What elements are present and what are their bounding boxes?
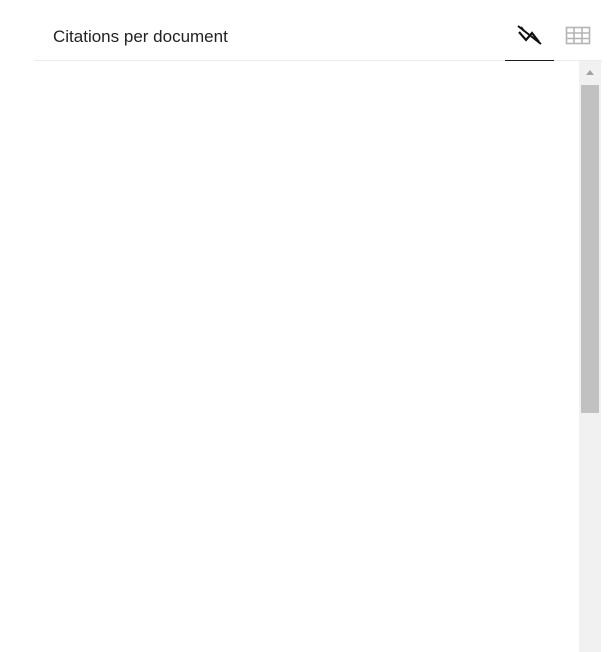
panel-title: Citations per document (53, 27, 228, 46)
line-chart-off-icon (515, 18, 545, 48)
panel-header: Citations per document (34, 0, 602, 62)
chart-view-tab[interactable] (505, 18, 554, 62)
table-grid-icon (565, 18, 591, 48)
table-view-tab[interactable] (562, 18, 594, 62)
chart-content-area (34, 61, 579, 652)
vertical-scrollbar[interactable] (579, 61, 601, 652)
citations-panel: Citations per document (0, 0, 607, 652)
scroll-up-arrow-icon[interactable] (579, 61, 601, 83)
scrollbar-thumb[interactable] (581, 85, 599, 413)
